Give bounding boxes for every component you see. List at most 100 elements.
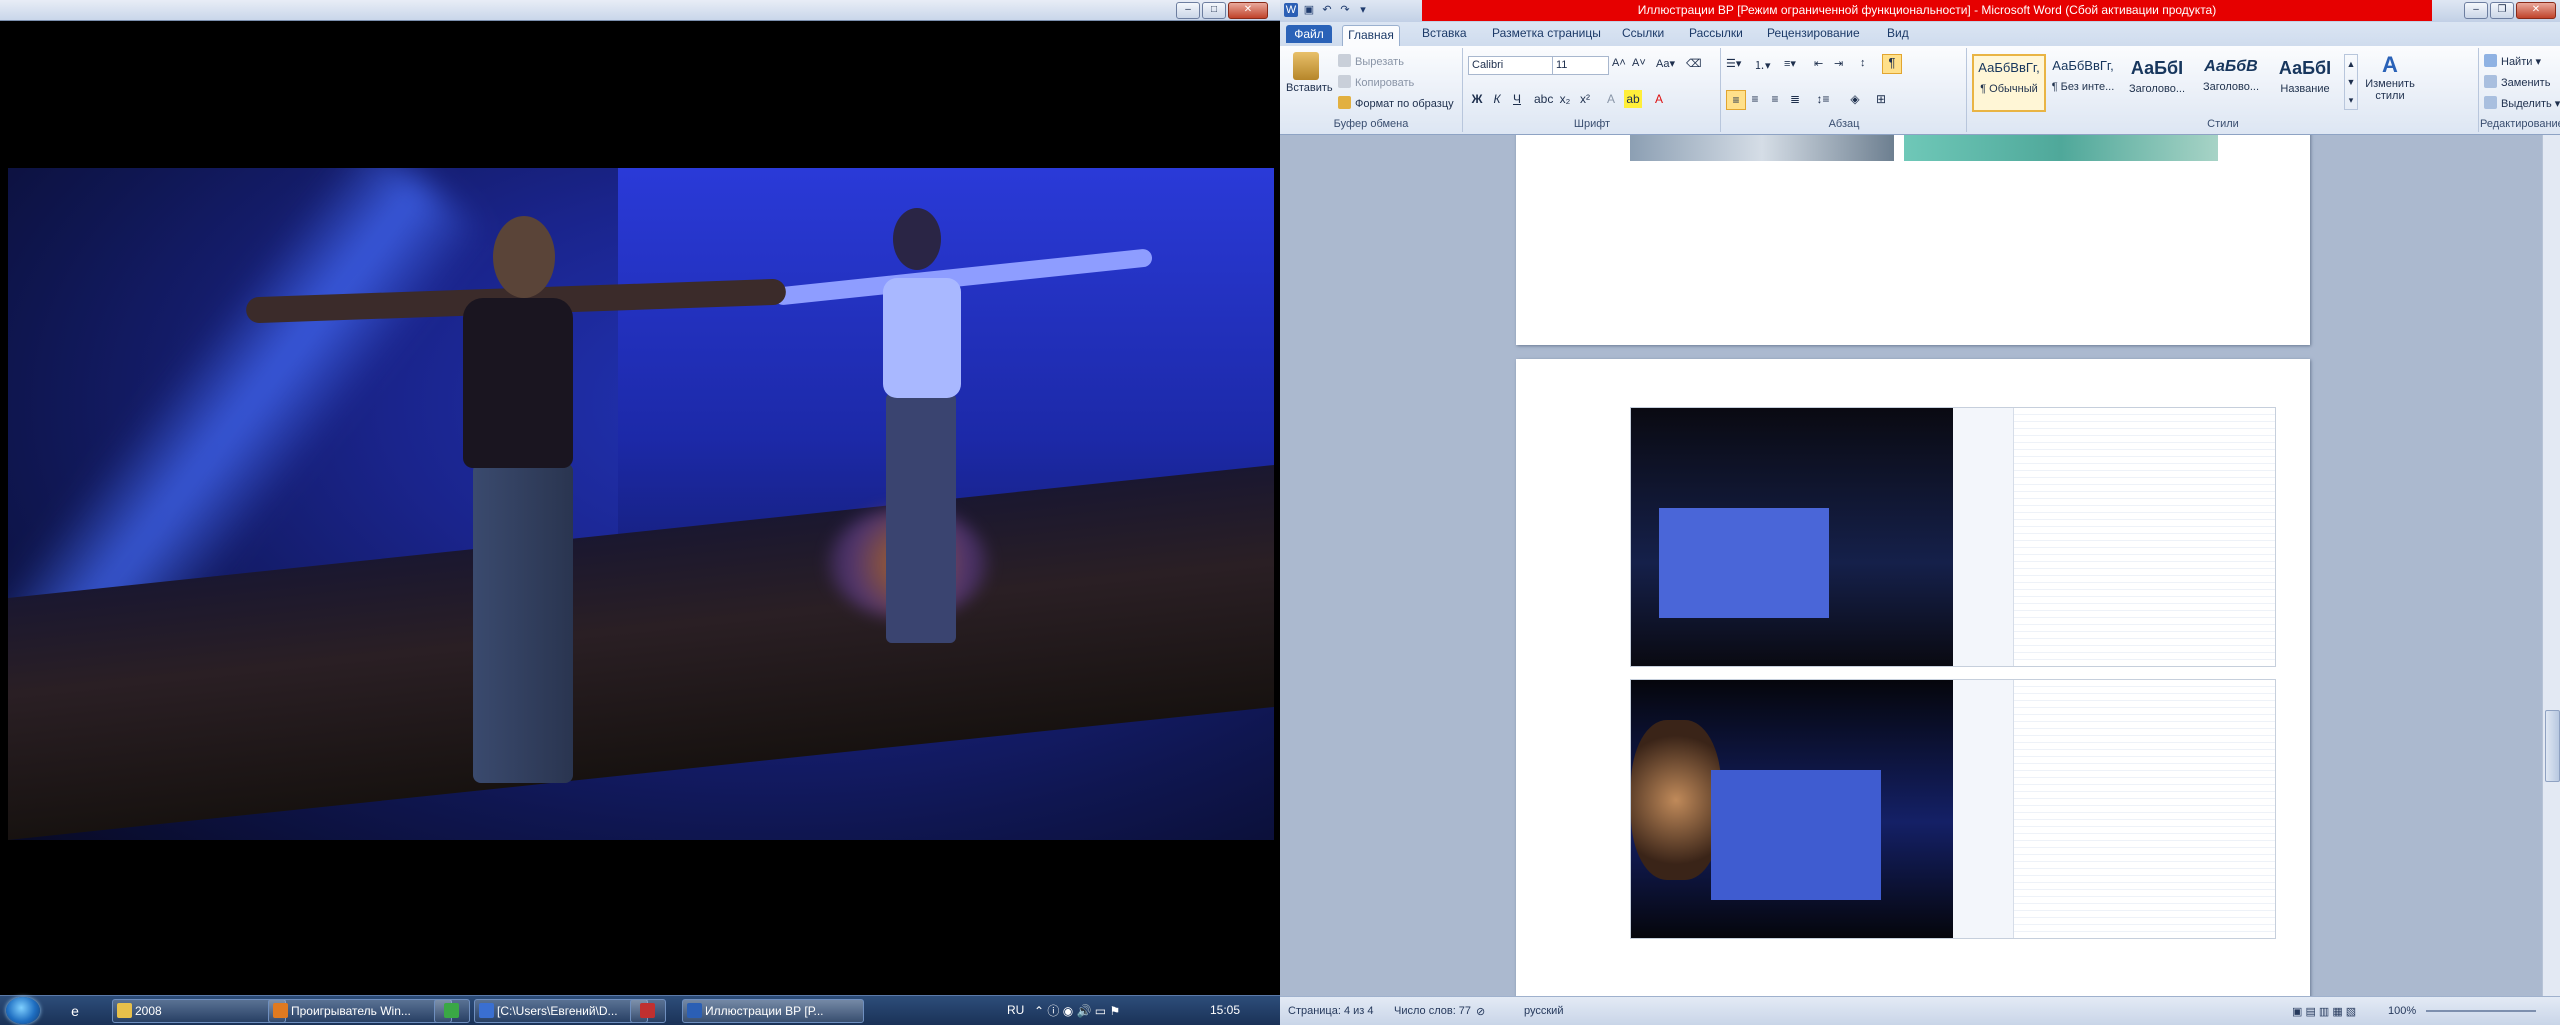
bold-button[interactable]: Ж	[1468, 90, 1486, 108]
taskbar-item-folder[interactable]: 2008	[112, 999, 286, 1023]
word-app-icon[interactable]: W	[1284, 3, 1298, 17]
minimize-icon[interactable]: –	[2464, 2, 2488, 19]
select-button[interactable]: Выделить ▾	[2484, 96, 2560, 110]
tab-file[interactable]: Файл	[1286, 25, 1332, 43]
restore-icon[interactable]: ❐	[2490, 2, 2514, 19]
style-heading-2[interactable]: АаБбВ Заголово...	[2196, 54, 2266, 108]
shading-icon[interactable]: ◈	[1846, 90, 1864, 108]
cut-button[interactable]: Вырезать	[1338, 54, 1404, 68]
image-hospital-left[interactable]	[1630, 135, 1894, 161]
copy-label: Копировать	[1355, 77, 1415, 89]
redo-icon[interactable]: ↷	[1338, 3, 1352, 17]
justify-icon[interactable]: ≣	[1786, 90, 1804, 108]
style-no-spacing[interactable]: АаБбВвГг, ¶ Без инте...	[2048, 54, 2118, 108]
text-effects-icon[interactable]: A	[1602, 90, 1620, 108]
clock[interactable]: 15:05	[1210, 1003, 1240, 1017]
strikethrough-icon[interactable]: abc	[1534, 90, 1553, 108]
change-case-icon[interactable]: Aa▾	[1656, 57, 1675, 70]
taskbar-item-label: [C:\Users\Евгений\D...	[497, 1004, 618, 1018]
taskbar-item-word[interactable]: Иллюстрации ВР [Р...	[682, 999, 864, 1023]
paste-button[interactable]: Вставить	[1286, 52, 1333, 94]
align-center-icon[interactable]: ≡	[1746, 90, 1764, 108]
multilevel-list-icon[interactable]: ≡▾	[1784, 57, 1796, 70]
word-count[interactable]: Число слов: 77	[1394, 1005, 1471, 1017]
view-buttons[interactable]: ▣ ▤ ▥ ▦ ▧	[2292, 1005, 2356, 1018]
tab-view[interactable]: Вид	[1887, 26, 1909, 40]
highlight-icon[interactable]: ab	[1624, 90, 1642, 108]
font-size-combo[interactable]: 11	[1552, 56, 1609, 75]
style-normal[interactable]: АаБбВвГг, ¶ Обычный	[1972, 54, 2046, 112]
tab-references[interactable]: Ссылки	[1622, 26, 1664, 40]
grow-font-icon[interactable]: A˄	[1612, 57, 1626, 69]
show-marks-icon[interactable]: ¶	[1882, 54, 1902, 74]
tab-home[interactable]: Главная	[1342, 25, 1400, 47]
taskbar-item-explorer[interactable]: [C:\Users\Евгений\D...	[474, 999, 648, 1023]
taskbar-item-app-2[interactable]	[630, 999, 666, 1023]
superscript-icon[interactable]: x²	[1576, 90, 1594, 108]
scroll-thumb[interactable]	[2545, 710, 2560, 782]
replace-icon	[2484, 75, 2497, 88]
numbering-icon[interactable]: ⒈▾	[1754, 57, 1771, 73]
style-name: Заголово...	[2128, 83, 2186, 95]
taskbar-item-media-player[interactable]: Проигрыватель Win...	[268, 999, 452, 1023]
tab-insert[interactable]: Вставка	[1422, 26, 1467, 40]
image-screenshot-1[interactable]	[1630, 407, 2276, 667]
decrease-indent-icon[interactable]: ⇤	[1814, 57, 1823, 70]
maximize-icon[interactable]: □	[1202, 2, 1226, 19]
line-spacing-icon[interactable]: ↕≡	[1814, 90, 1832, 108]
styles-group: АаБбВвГг, ¶ Обычный АаБбВвГг, ¶ Без инте…	[1968, 48, 2479, 132]
style-sample: АаБбI	[2278, 58, 2332, 78]
copy-button[interactable]: Копировать	[1338, 75, 1414, 89]
borders-icon[interactable]: ⊞	[1872, 90, 1890, 108]
replace-button[interactable]: Заменить	[2484, 75, 2550, 89]
ie-icon[interactable]: e	[64, 1000, 86, 1022]
close-icon[interactable]: ✕	[2516, 2, 2556, 19]
image-hospital-right[interactable]	[1904, 135, 2218, 161]
change-styles-button[interactable]: A Изменить стили	[2360, 52, 2420, 102]
font-name-combo[interactable]: Calibri	[1468, 56, 1553, 75]
video-frame[interactable]	[8, 168, 1274, 840]
save-icon[interactable]: ▣	[1302, 3, 1316, 17]
clear-format-icon[interactable]: ⌫	[1686, 57, 1702, 70]
find-icon	[2484, 54, 2497, 67]
proofing-icon[interactable]: ⊘	[1476, 1005, 1485, 1018]
zoom-slider[interactable]	[2426, 1010, 2536, 1012]
tab-review[interactable]: Рецензирование	[1767, 26, 1860, 40]
align-left-icon[interactable]: ≡	[1726, 90, 1746, 110]
language-indicator[interactable]: RU	[1007, 1003, 1024, 1017]
subscript-icon[interactable]: x₂	[1556, 90, 1574, 108]
undo-icon[interactable]: ↶	[1320, 3, 1334, 17]
minimize-icon[interactable]: –	[1176, 2, 1200, 19]
bullets-icon[interactable]: ☰▾	[1726, 57, 1741, 70]
tab-page-layout[interactable]: Разметка страницы	[1492, 26, 1601, 40]
close-icon[interactable]: ✕	[1228, 2, 1268, 19]
find-button[interactable]: Найти ▾	[2484, 54, 2541, 68]
image-screenshot-2[interactable]	[1630, 679, 2276, 939]
vertical-scrollbar[interactable]	[2542, 135, 2560, 996]
page-count[interactable]: Страница: 4 из 4	[1288, 1005, 1374, 1017]
format-painter-label: Формат по образцу	[1355, 98, 1454, 110]
taskbar-item-app[interactable]	[434, 999, 470, 1023]
language-indicator[interactable]: русский	[1524, 1005, 1563, 1017]
align-right-icon[interactable]: ≡	[1766, 90, 1784, 108]
format-painter-button[interactable]: Формат по образцу	[1338, 96, 1454, 110]
zoom-level[interactable]: 100%	[2388, 1005, 2416, 1017]
shrink-font-icon[interactable]: A˅	[1632, 57, 1646, 69]
word-title-bar: W ▣ ↶ ↷ ▾ Иллюстрации ВР [Режим ограниче…	[1280, 0, 2560, 22]
style-title[interactable]: АаБбI Название	[2270, 54, 2340, 108]
customize-qat-icon[interactable]: ▾	[1356, 3, 1370, 17]
dancer-body	[463, 298, 573, 468]
underline-button[interactable]: Ч	[1508, 90, 1526, 108]
tab-mailings[interactable]: Рассылки	[1689, 26, 1743, 40]
sort-icon[interactable]: ↕	[1860, 57, 1866, 69]
increase-indent-icon[interactable]: ⇥	[1834, 57, 1843, 70]
tray-icons[interactable]: ⌃ ⓘ ◉ 🔊 ▭ ⚑	[1034, 1002, 1120, 1019]
style-heading-1[interactable]: АаБбI Заголово...	[2122, 54, 2192, 108]
font-color-icon[interactable]: A	[1650, 90, 1668, 108]
clipboard-group: Вставить Вырезать Копировать Формат по о…	[1280, 48, 1463, 132]
change-styles-label: Изменить стили	[2365, 78, 2415, 102]
start-button[interactable]	[6, 997, 40, 1024]
styles-scroll-icon[interactable]: ▲ ▼ ▾	[2344, 54, 2358, 110]
document-area[interactable]	[1280, 135, 2542, 996]
italic-button[interactable]: К	[1488, 90, 1506, 108]
